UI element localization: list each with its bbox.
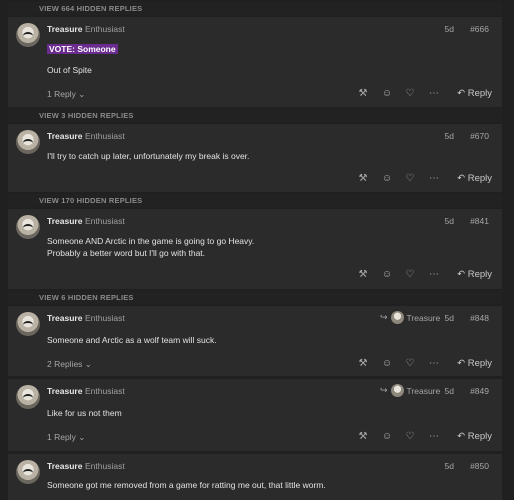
post-actions: ⚒ ☺ ♡ ⋯ ↶ Reply	[8, 172, 502, 188]
post-body-line: Out of Spite	[47, 65, 92, 75]
post-actions: 1 Reply ⌄ ⚒ ☺ ♡ ⋯ ↶ Reply	[8, 430, 502, 446]
post-date[interactable]: 5d	[445, 461, 454, 471]
heart-icon[interactable]: ♡	[403, 88, 417, 99]
username[interactable]: Treasure	[47, 386, 82, 396]
vote-badge: VOTE: Someone	[47, 44, 118, 54]
post-actions: 1 Reply ⌄ ⚒ ☺ ♡ ⋯ ↶ Reply	[8, 87, 502, 103]
reply-to-arrow-icon: ↪	[380, 385, 388, 395]
reply-button[interactable]: ↶ Reply	[457, 88, 492, 99]
reply-arrow-icon: ↶	[457, 88, 466, 99]
users-icon[interactable]: ☺	[380, 269, 394, 280]
reply-to-link[interactable]: ↪ Treasure	[380, 384, 440, 397]
heart-icon[interactable]: ♡	[403, 358, 417, 369]
users-icon[interactable]: ☺	[380, 88, 394, 99]
users-icon[interactable]: ☺	[380, 173, 394, 184]
view-hidden-replies-bar[interactable]: VIEW 6 HIDDEN REPLIES	[8, 291, 502, 304]
reply-arrow-icon: ↶	[457, 358, 466, 369]
users-icon[interactable]: ☺	[380, 431, 394, 442]
user-title: Enthusiast	[85, 313, 125, 323]
post-actions: ⚒ ☺ ♡ ⋯ ↶ Reply	[8, 268, 502, 284]
user-title: Enthusiast	[85, 461, 125, 471]
heart-icon[interactable]: ♡	[403, 173, 417, 184]
avatar	[390, 311, 404, 324]
users-icon[interactable]: ☺	[380, 358, 394, 369]
username[interactable]: Treasure	[47, 131, 82, 141]
heart-icon[interactable]: ♡	[403, 431, 417, 442]
reply-to-arrow-icon: ↪	[380, 312, 388, 322]
post-number[interactable]: #849	[470, 386, 489, 396]
username[interactable]: Treasure	[47, 461, 82, 471]
avatar[interactable]	[16, 130, 40, 154]
hammer-icon[interactable]: ⚒	[356, 269, 370, 280]
user-title: Enthusiast	[85, 24, 125, 34]
heart-icon[interactable]: ♡	[403, 269, 417, 280]
username[interactable]: Treasure	[47, 216, 82, 226]
hammer-icon[interactable]: ⚒	[356, 358, 370, 369]
replies-toggle-button[interactable]: 2 Replies ⌄	[47, 359, 92, 370]
username[interactable]: Treasure	[47, 313, 82, 323]
avatar	[390, 384, 404, 397]
post-670: Treasure Enthusiast 5d #670 I'll try to …	[8, 124, 502, 192]
reply-button[interactable]: ↶ Reply	[457, 431, 492, 442]
avatar[interactable]	[16, 385, 40, 409]
ellipsis-icon[interactable]: ⋯	[427, 269, 441, 280]
post-number[interactable]: #670	[470, 131, 489, 141]
avatar[interactable]	[16, 460, 40, 484]
reply-arrow-icon: ↶	[457, 173, 466, 184]
reply-button[interactable]: ↶ Reply	[457, 269, 492, 280]
reply-to-link[interactable]: ↪ Treasure	[380, 311, 440, 324]
reply-arrow-icon: ↶	[457, 269, 466, 280]
ellipsis-icon[interactable]: ⋯	[427, 431, 441, 442]
post-date[interactable]: 5d	[445, 24, 454, 34]
post-body-line: Someone and Arctic as a wolf team will s…	[47, 335, 217, 345]
avatar[interactable]	[16, 23, 40, 47]
user-title: Enthusiast	[85, 131, 125, 141]
post-848: Treasure Enthusiast ↪ Treasure 5d #848 S…	[8, 306, 502, 376]
post-841: Treasure Enthusiast 5d #841 Someone AND …	[8, 209, 502, 289]
replies-toggle-button[interactable]: 1 Reply ⌄	[47, 432, 85, 443]
post-body: VOTE: Someone	[47, 43, 118, 55]
post-number[interactable]: #666	[470, 24, 489, 34]
reply-arrow-icon: ↶	[457, 431, 466, 442]
user-title: Enthusiast	[85, 386, 125, 396]
reply-button[interactable]: ↶ Reply	[457, 358, 492, 369]
hammer-icon[interactable]: ⚒	[356, 173, 370, 184]
hammer-icon[interactable]: ⚒	[356, 431, 370, 442]
post-number[interactable]: #850	[470, 461, 489, 471]
post-date[interactable]: 5d	[445, 131, 454, 141]
hammer-icon[interactable]: ⚒	[356, 88, 370, 99]
post-849: Treasure Enthusiast ↪ Treasure 5d #849 L…	[8, 379, 502, 451]
reply-button[interactable]: ↶ Reply	[457, 173, 492, 184]
post-number[interactable]: #841	[470, 216, 489, 226]
view-hidden-replies-bar[interactable]: VIEW 3 HIDDEN REPLIES	[8, 109, 502, 122]
avatar[interactable]	[16, 312, 40, 336]
replies-toggle-button[interactable]: 1 Reply ⌄	[47, 89, 85, 100]
post-body-line: I'll try to catch up later, unfortunatel…	[47, 151, 250, 161]
ellipsis-icon[interactable]: ⋯	[427, 88, 441, 99]
avatar[interactable]	[16, 215, 40, 239]
post-body-line: Like for us not them	[47, 408, 122, 418]
post-number[interactable]: #848	[470, 313, 489, 323]
username[interactable]: Treasure	[47, 24, 82, 34]
post-850: Treasure Enthusiast 5d #850 Someone got …	[8, 454, 502, 500]
post-body-line: Someone AND Arctic in the game is going …	[47, 236, 255, 246]
post-body-line: Probably a better word but I'll go with …	[47, 248, 206, 258]
user-title: Enthusiast	[85, 216, 125, 226]
view-hidden-replies-bar[interactable]: VIEW 664 HIDDEN REPLIES	[8, 2, 502, 15]
ellipsis-icon[interactable]: ⋯	[427, 173, 441, 184]
ellipsis-icon[interactable]: ⋯	[427, 358, 441, 369]
post-date[interactable]: 5d	[445, 313, 454, 323]
post-date[interactable]: 5d	[445, 386, 454, 396]
view-hidden-replies-bar[interactable]: VIEW 170 HIDDEN REPLIES	[8, 194, 502, 207]
post-666: Treasure Enthusiast 5d #666 VOTE: Someon…	[8, 17, 502, 107]
post-date[interactable]: 5d	[445, 216, 454, 226]
post-body-line: Someone got me removed from a game for r…	[47, 480, 326, 490]
post-actions: 2 Replies ⌄ ⚒ ☺ ♡ ⋯ ↶ Reply	[8, 357, 502, 373]
